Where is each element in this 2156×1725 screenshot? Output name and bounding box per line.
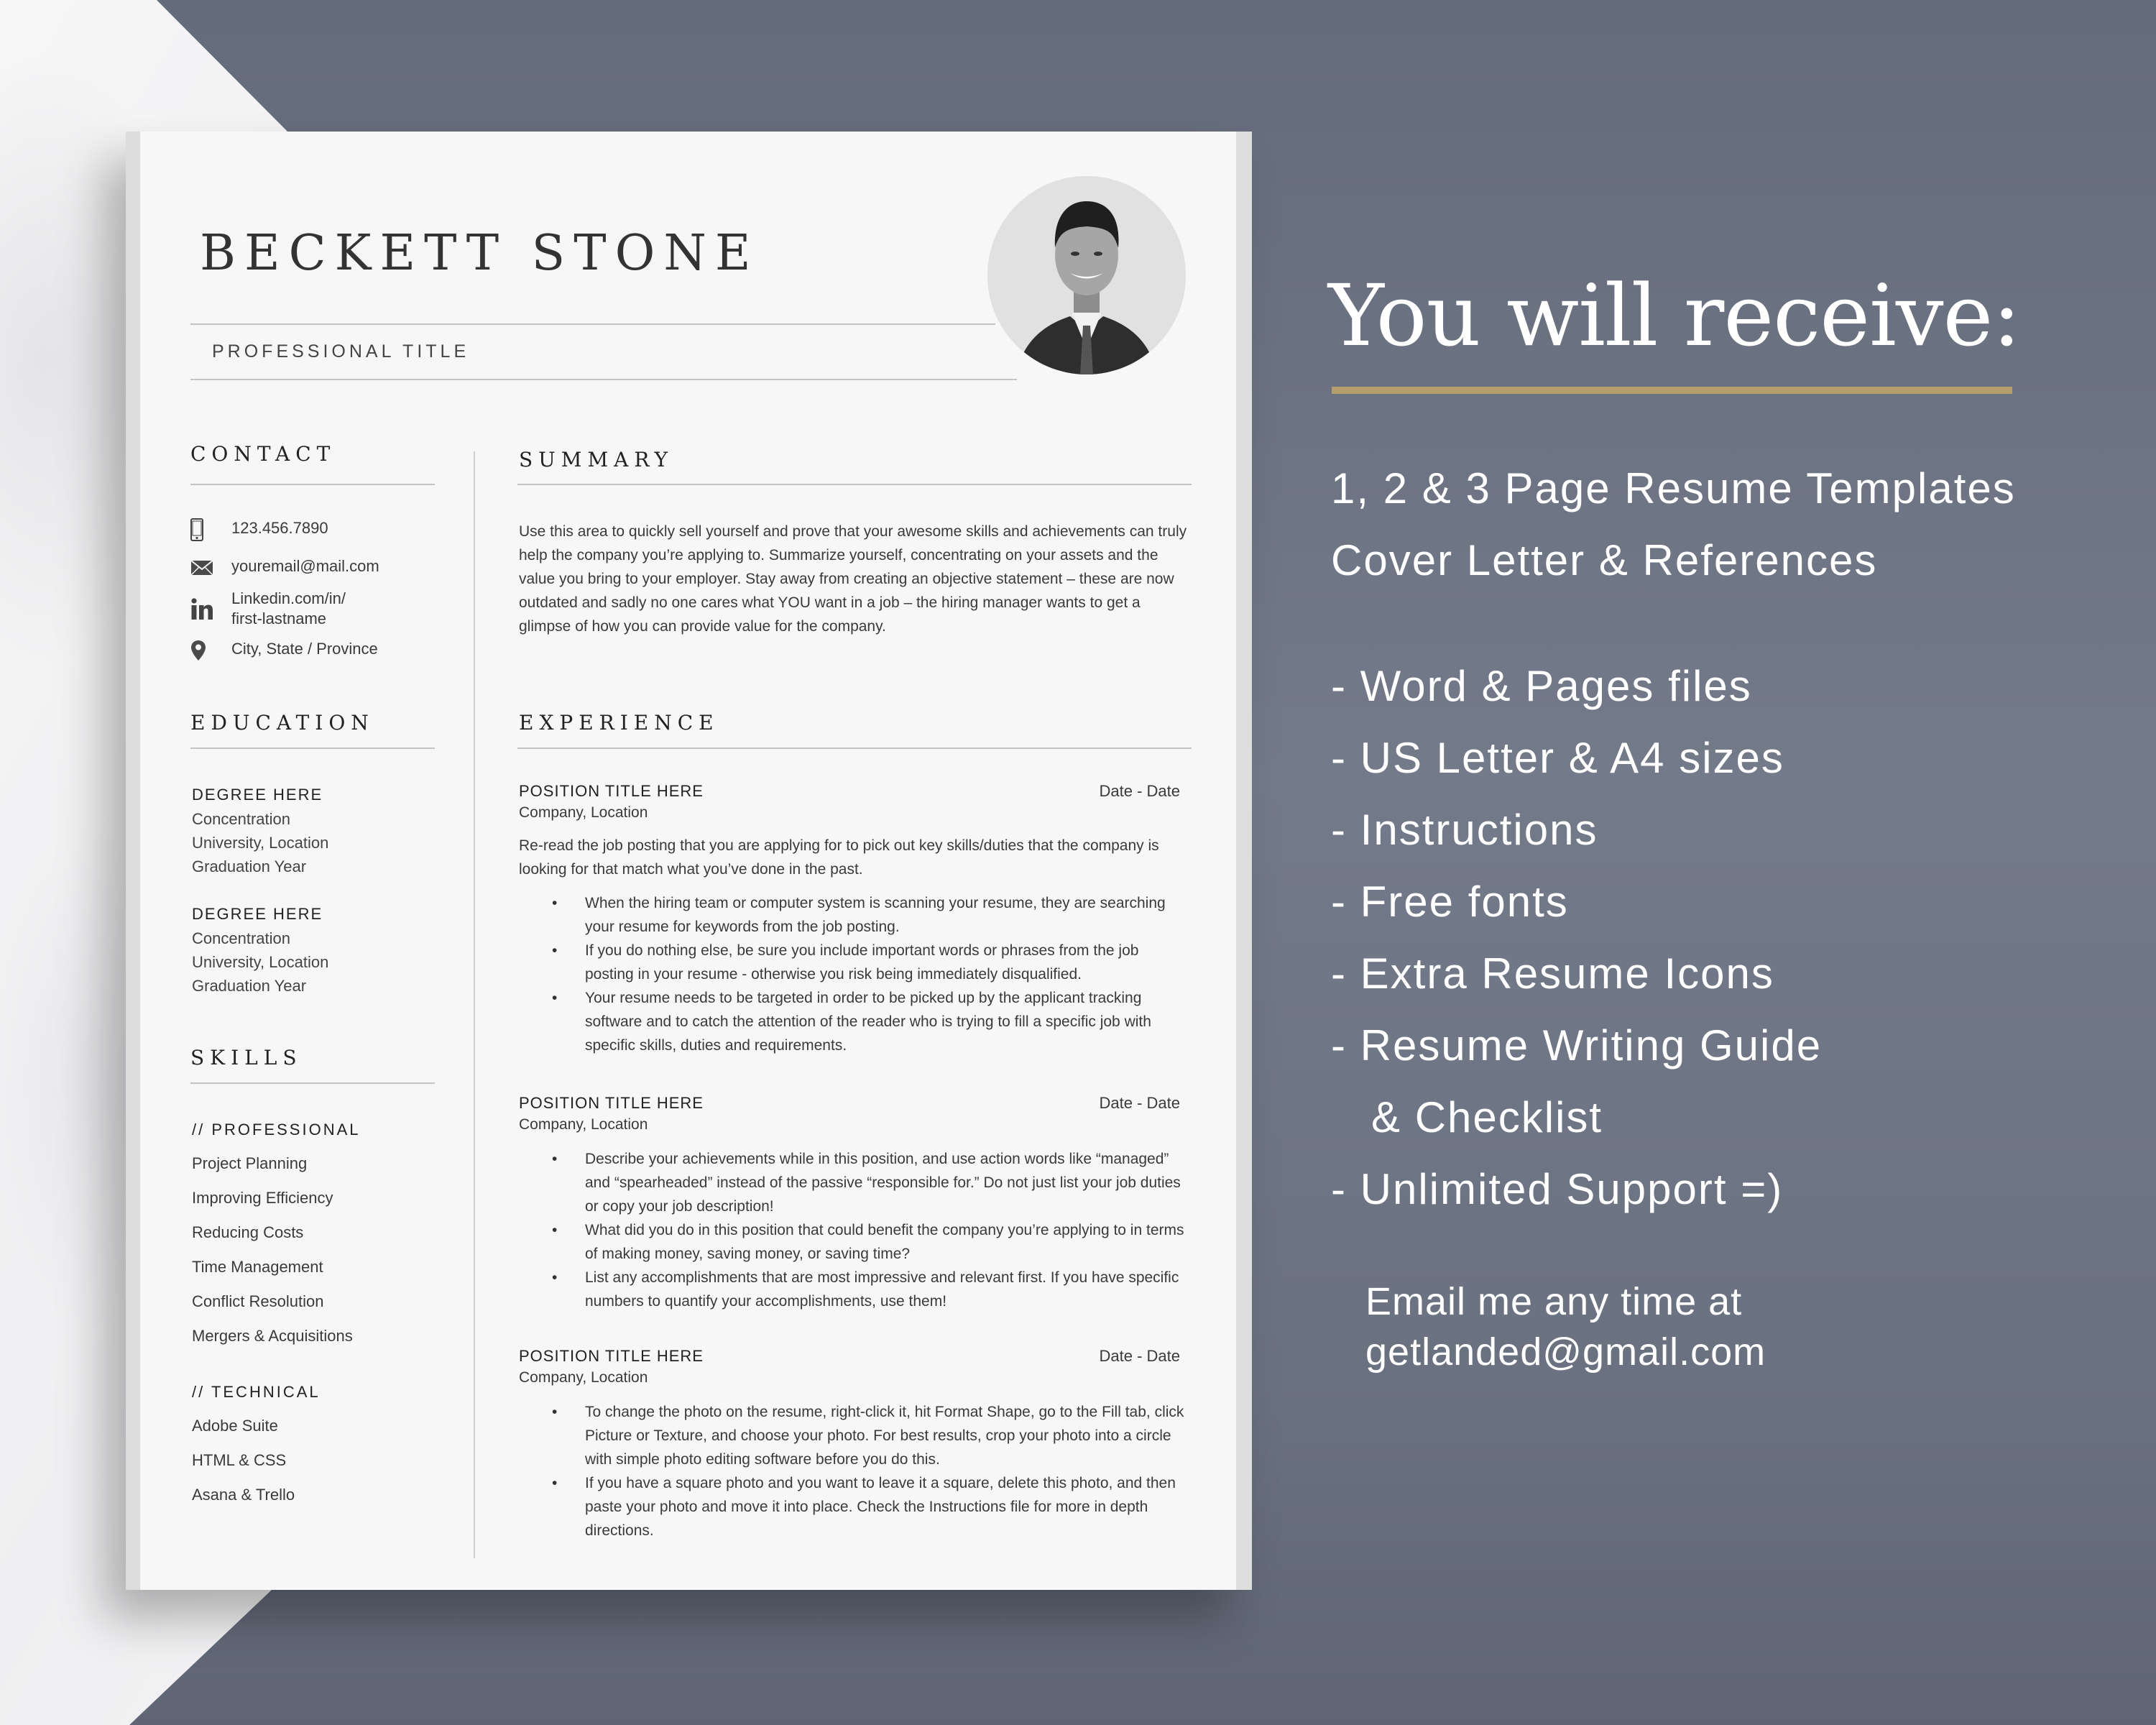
company-location: Company, Location — [519, 1369, 648, 1386]
person-portrait-icon — [987, 176, 1186, 374]
experience-rule — [517, 748, 1192, 749]
job-dates: Date - Date — [1099, 1094, 1181, 1112]
skill-item: Mergers & Acquisitions — [192, 1327, 353, 1345]
summary-text: Use this area to quickly sell yourself a… — [519, 523, 1187, 635]
skill-item: Asana & Trello — [192, 1486, 295, 1504]
technical-skills-heading: // TECHNICAL — [192, 1383, 321, 1401]
education-entry: DEGREE HERE Concentration University, Lo… — [192, 783, 328, 878]
job-bullets: Describe your achievements while in this… — [519, 1147, 1191, 1313]
page-edge-right — [1236, 132, 1252, 1590]
promo-feature: - Free fonts — [1331, 878, 1569, 926]
education-entry: DEGREE HERE Concentration University, Lo… — [192, 902, 328, 998]
contact-heading: CONTACT — [190, 442, 336, 466]
promo-feature: - Instructions — [1331, 806, 1598, 854]
skill-item: HTML & CSS — [192, 1451, 287, 1469]
professional-skills-heading: // PROFESSIONAL — [192, 1121, 361, 1138]
experience-entry: POSITION TITLE HERE Date - Date Company, … — [519, 1347, 1191, 1542]
skill-item: Project Planning — [192, 1154, 308, 1172]
linkedin-icon — [190, 589, 219, 629]
linkedin-line1: Linkedin.com/in/ — [231, 589, 346, 607]
header-rule-bottom — [190, 379, 1017, 380]
promo-feature: & Checklist — [1331, 1093, 1603, 1141]
linkedin-line2: first-lastname — [231, 610, 327, 627]
column-divider — [474, 451, 475, 1558]
contact-email: youremail@mail.com — [190, 556, 379, 579]
contact-linkedin: Linkedin.com/in/first-lastname — [190, 589, 346, 629]
position-title: POSITION TITLE HERE — [519, 1347, 704, 1365]
job-bullet: If you have a square photo and you want … — [552, 1471, 1191, 1542]
promo-headline-item: 1, 2 & 3 Page Resume Templates — [1331, 464, 2016, 512]
summary-rule — [517, 484, 1192, 485]
concentration: Concentration — [192, 810, 290, 828]
promo-headline-item: Cover Letter & References — [1331, 536, 1878, 584]
job-bullet: If you do nothing else, be sure you incl… — [552, 939, 1191, 986]
graduation-year: Graduation Year — [192, 977, 307, 995]
job-description: Re-read the job posting that you are app… — [519, 837, 1159, 878]
promo-feature: - Unlimited Support =) — [1331, 1165, 1784, 1213]
job-bullet: To change the photo on the resume, right… — [552, 1400, 1191, 1471]
position-title: POSITION TITLE HERE — [519, 1094, 704, 1112]
job-bullet: Your resume needs to be targeted in orde… — [552, 986, 1191, 1057]
map-pin-icon — [190, 639, 219, 662]
page-edge-left — [126, 132, 140, 1590]
skill-item: Reducing Costs — [192, 1223, 304, 1241]
experience-heading: EXPERIENCE — [519, 711, 719, 735]
graduation-year: Graduation Year — [192, 857, 307, 875]
job-dates: Date - Date — [1099, 1347, 1181, 1365]
skill-item: Improving Efficiency — [192, 1189, 333, 1207]
skill-item: Conflict Resolution — [192, 1292, 324, 1310]
skill-item: Time Management — [192, 1258, 323, 1276]
job-bullet: When the hiring team or computer system … — [552, 891, 1191, 939]
contact-location: City, State / Province — [190, 639, 378, 662]
contact-rule — [190, 484, 435, 485]
promo-feature: - US Letter & A4 sizes — [1331, 734, 1784, 782]
resume-page: BECKETT STONE PROFESSIONAL TITLE CONTACT… — [126, 132, 1252, 1590]
job-bullet: What did you do in this position that co… — [552, 1218, 1191, 1266]
promo-email-address[interactable]: getlanded@gmail.com — [1365, 1327, 1766, 1377]
promo-feature: - Resume Writing Guide — [1331, 1021, 1823, 1070]
promo-title: You will receive: — [1328, 266, 2021, 365]
degree: DEGREE HERE — [192, 786, 323, 804]
skills-heading: SKILLS — [190, 1046, 303, 1070]
summary-heading: SUMMARY — [519, 448, 674, 472]
university: University, Location — [192, 834, 329, 852]
job-bullets: When the hiring team or computer system … — [519, 891, 1191, 1057]
job-dates: Date - Date — [1099, 782, 1181, 800]
concentration: Concentration — [192, 929, 290, 947]
gold-underline — [1332, 387, 2012, 394]
experience-entry: POSITION TITLE HERE Date - Date Company, … — [519, 1094, 1191, 1313]
envelope-icon — [190, 556, 219, 579]
education-rule — [190, 748, 435, 749]
professional-title: PROFESSIONAL TITLE — [212, 341, 470, 362]
professional-skills-list: Project Planning Improving Efficiency Re… — [192, 1154, 353, 1361]
promo-email-intro: Email me any time at — [1365, 1280, 1743, 1323]
promo-feature: - Extra Resume Icons — [1331, 949, 1774, 998]
phone-icon — [190, 518, 219, 541]
job-bullet: Describe your achievements while in this… — [552, 1147, 1191, 1218]
technical-skills-list: Adobe Suite HTML & CSS Asana & Trello — [192, 1417, 295, 1520]
company-location: Company, Location — [519, 1116, 648, 1133]
experience-entry: POSITION TITLE HERE Date - Date Company, … — [519, 782, 1191, 1057]
job-bullet: List any accomplishments that are most i… — [552, 1266, 1191, 1313]
university: University, Location — [192, 953, 329, 971]
skill-item: Adobe Suite — [192, 1417, 278, 1435]
skills-rule — [190, 1082, 435, 1084]
profile-photo — [987, 176, 1186, 374]
contact-phone: 123.456.7890 — [190, 518, 328, 541]
promo-feature: - Word & Pages files — [1331, 662, 1752, 710]
job-bullets: To change the photo on the resume, right… — [519, 1400, 1191, 1542]
degree: DEGREE HERE — [192, 905, 323, 923]
education-heading: EDUCATION — [190, 711, 374, 735]
header-rule-top — [190, 323, 995, 325]
company-location: Company, Location — [519, 804, 648, 821]
position-title: POSITION TITLE HERE — [519, 782, 704, 800]
